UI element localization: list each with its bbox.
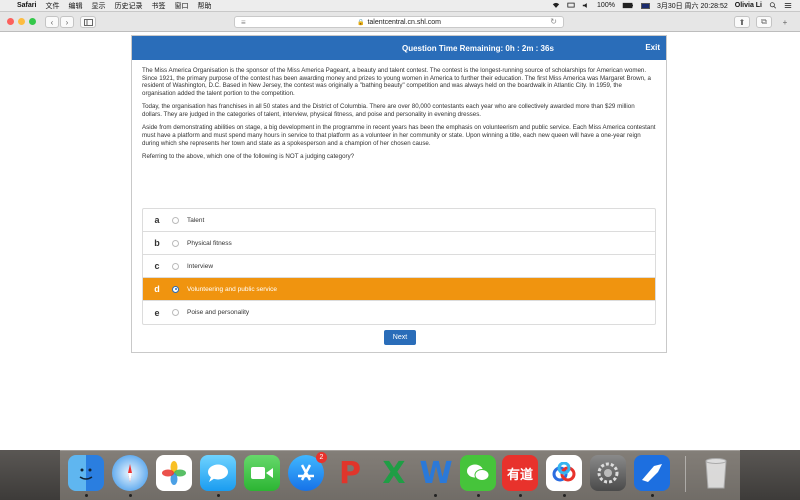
- facetime-icon[interactable]: [244, 455, 280, 491]
- menu-view[interactable]: 显示: [91, 1, 105, 11]
- excel-icon[interactable]: X: [376, 455, 412, 491]
- running-indicator: [217, 494, 220, 497]
- menu-history[interactable]: 历史记录: [114, 1, 142, 11]
- photos-icon[interactable]: [156, 455, 192, 491]
- reading-passage: The Miss America Organisation is the spo…: [132, 60, 666, 161]
- next-button[interactable]: Next: [384, 330, 416, 345]
- safari-icon[interactable]: [112, 455, 148, 491]
- menu-bar: Safari 文件 编辑 显示 历史记录 书签 窗口 帮助 100% 3月30日…: [0, 0, 800, 12]
- sidebar-button[interactable]: [80, 16, 96, 28]
- option-c[interactable]: c Interview: [143, 255, 655, 278]
- option-d[interactable]: d Volunteering and public service: [143, 278, 655, 301]
- exit-link[interactable]: Exit: [645, 43, 660, 52]
- share-button[interactable]: ⬆: [734, 16, 750, 28]
- baidu-netdisk-icon[interactable]: [546, 455, 582, 491]
- tab-overview-button[interactable]: ⧉: [756, 16, 772, 28]
- running-indicator: [563, 494, 566, 497]
- option-letter: c: [154, 261, 160, 271]
- running-indicator: [85, 494, 88, 497]
- input-source-flag-icon[interactable]: [640, 2, 650, 9]
- reader-icon[interactable]: ≡: [241, 18, 246, 27]
- zoom-window-icon[interactable]: [29, 18, 36, 25]
- running-indicator: [519, 494, 522, 497]
- option-letter: d: [154, 284, 160, 294]
- web-page: Question Time Remaining: 0h : 2m : 36s E…: [0, 32, 800, 450]
- running-indicator: [651, 494, 654, 497]
- option-label: Physical fitness: [187, 239, 232, 247]
- forward-button[interactable]: ›: [60, 16, 74, 28]
- menu-bookmarks[interactable]: 书签: [151, 1, 165, 11]
- address-bar[interactable]: ≡ 🔒 talentcentral.cn.shl.com ↻: [234, 16, 564, 28]
- search-icon[interactable]: [769, 2, 777, 9]
- running-indicator: [434, 494, 437, 497]
- display-icon[interactable]: [567, 2, 575, 9]
- option-letter: a: [154, 215, 160, 225]
- option-a[interactable]: a Talent: [143, 209, 655, 232]
- question-timer: Question Time Remaining: 0h : 2m : 36s: [402, 44, 554, 53]
- passage-paragraph-3: Aside from demonstrating abilities on st…: [142, 124, 656, 147]
- lock-icon: 🔒: [356, 19, 365, 26]
- radio-button[interactable]: [172, 239, 179, 247]
- question-text: Referring to the above, which one of the…: [142, 152, 355, 160]
- browser-toolbar: ‹ › ≡ 🔒 talentcentral.cn.shl.com ↻ ⬆ ⧉ +: [0, 12, 800, 32]
- menu-clock[interactable]: 3月30日 周六 20:28:52: [657, 1, 728, 11]
- menu-edit[interactable]: 编辑: [68, 1, 82, 11]
- app-store-icon[interactable]: 2: [288, 452, 327, 491]
- battery-icon[interactable]: [622, 2, 634, 9]
- option-label: Talent: [187, 216, 205, 224]
- wifi-icon[interactable]: [552, 2, 560, 9]
- close-window-icon[interactable]: [7, 18, 14, 25]
- radio-button-selected[interactable]: [172, 285, 179, 293]
- running-indicator: [129, 494, 132, 497]
- new-tab-button[interactable]: +: [778, 16, 792, 28]
- back-button[interactable]: ‹: [45, 16, 59, 28]
- option-e[interactable]: e Poise and personality: [143, 301, 655, 324]
- powerpoint-icon[interactable]: P: [332, 455, 368, 491]
- radio-button[interactable]: [172, 216, 179, 224]
- notification-center-icon[interactable]: [784, 2, 792, 9]
- passage-paragraph-2: Today, the organisation has franchises i…: [142, 103, 635, 119]
- radio-button[interactable]: [172, 309, 179, 316]
- running-indicator: [477, 494, 480, 497]
- option-label: Volunteering and public service: [187, 285, 277, 293]
- dock-separator: [685, 456, 686, 492]
- question-header: Question Time Remaining: 0h : 2m : 36s E…: [132, 36, 666, 60]
- finder-icon[interactable]: [68, 455, 104, 491]
- reload-icon[interactable]: ↻: [550, 17, 557, 26]
- sidebar-icon: [83, 18, 93, 26]
- option-b[interactable]: b Physical fitness: [143, 232, 655, 255]
- radio-button[interactable]: [172, 262, 179, 270]
- messages-icon[interactable]: [200, 455, 236, 491]
- trash-icon[interactable]: [698, 455, 734, 491]
- youdao-icon[interactable]: 有道: [502, 455, 538, 491]
- menu-window[interactable]: 窗口: [174, 1, 188, 11]
- menu-file[interactable]: 文件: [45, 1, 59, 11]
- system-preferences-icon[interactable]: [590, 455, 626, 491]
- wechat-icon[interactable]: [460, 455, 496, 491]
- menu-app-name[interactable]: Safari: [17, 2, 36, 9]
- option-label: Poise and personality: [187, 309, 250, 316]
- menu-help[interactable]: 帮助: [197, 1, 211, 11]
- option-letter: b: [154, 238, 160, 248]
- app-store-badge: 2: [316, 452, 327, 463]
- passage-paragraph-1: The Miss America Organisation is the spo…: [142, 67, 651, 98]
- battery-percent: 100%: [597, 2, 615, 9]
- option-label: Interview: [187, 262, 214, 270]
- url-text: talentcentral.cn.shl.com: [367, 18, 442, 26]
- question-panel: Question Time Remaining: 0h : 2m : 36s E…: [131, 35, 667, 353]
- volume-icon[interactable]: [582, 2, 590, 9]
- minimize-window-icon[interactable]: [18, 18, 25, 25]
- lark-icon[interactable]: [634, 455, 670, 491]
- answer-options: a Talent b Physical fitness c Interview …: [142, 208, 656, 325]
- menu-user[interactable]: Olivia Li: [735, 2, 762, 9]
- option-letter: e: [154, 307, 160, 318]
- word-icon[interactable]: W: [418, 455, 454, 491]
